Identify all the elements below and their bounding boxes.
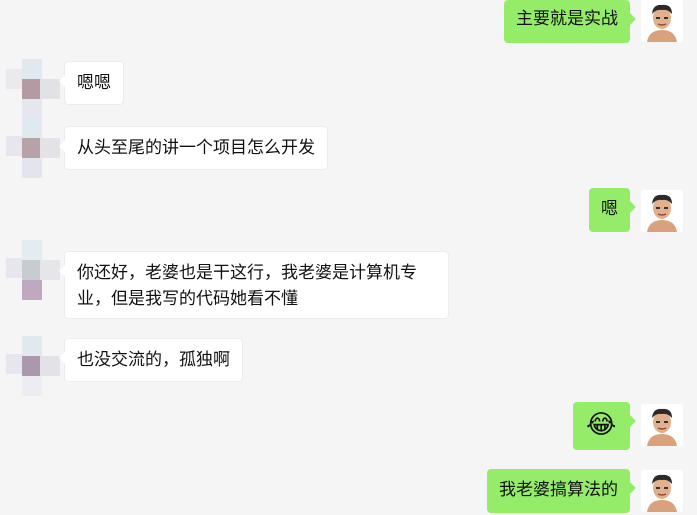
my-avatar[interactable] — [641, 404, 683, 446]
avatar-face-icon — [641, 470, 683, 512]
message-bubble-right[interactable]: 我老婆搞算法的 — [487, 469, 636, 513]
tears-of-joy-emoji-icon: 😂 — [586, 410, 617, 440]
message-bubble-left[interactable]: 嗯嗯 — [59, 61, 124, 105]
my-avatar[interactable] — [641, 190, 683, 232]
message-bubble-left[interactable]: 也没交流的，孤独啊 — [59, 338, 243, 382]
contact-avatar[interactable] — [6, 59, 62, 123]
message-text: 我老婆搞算法的 — [499, 480, 618, 500]
my-avatar[interactable] — [641, 470, 683, 512]
chat-window: 主要就是实战 嗯嗯 从头至尾的讲一个项目怎么开发 嗯 你还好，老婆也是干这行，我… — [0, 0, 697, 515]
message-bubble-left[interactable]: 你还好，老婆也是干这行，我老婆是计算机专业，但是我写的代码她看不懂 — [59, 251, 449, 319]
message-text: 从头至尾的讲一个项目怎么开发 — [77, 138, 315, 158]
message-text: 也没交流的，孤独啊 — [77, 350, 230, 370]
avatar-face-icon — [641, 404, 683, 446]
contact-avatar[interactable] — [6, 240, 62, 304]
avatar-face-icon — [641, 190, 683, 232]
avatar-face-icon — [641, 0, 683, 42]
message-text: 嗯嗯 — [77, 73, 111, 93]
message-bubble-left[interactable]: 从头至尾的讲一个项目怎么开发 — [59, 126, 328, 170]
message-text: 主要就是实战 — [516, 9, 618, 29]
message-bubble-right[interactable]: 主要就是实战 — [504, 0, 636, 43]
my-avatar[interactable] — [641, 0, 683, 42]
message-bubble-right[interactable]: 😂 — [573, 402, 636, 450]
message-text: 嗯 — [601, 199, 618, 219]
message-text: 你还好，老婆也是干这行，我老婆是计算机专业，但是我写的代码她看不懂 — [77, 263, 417, 309]
contact-avatar[interactable] — [6, 334, 62, 398]
contact-avatar[interactable] — [6, 116, 62, 180]
message-bubble-right[interactable]: 嗯 — [589, 188, 636, 232]
